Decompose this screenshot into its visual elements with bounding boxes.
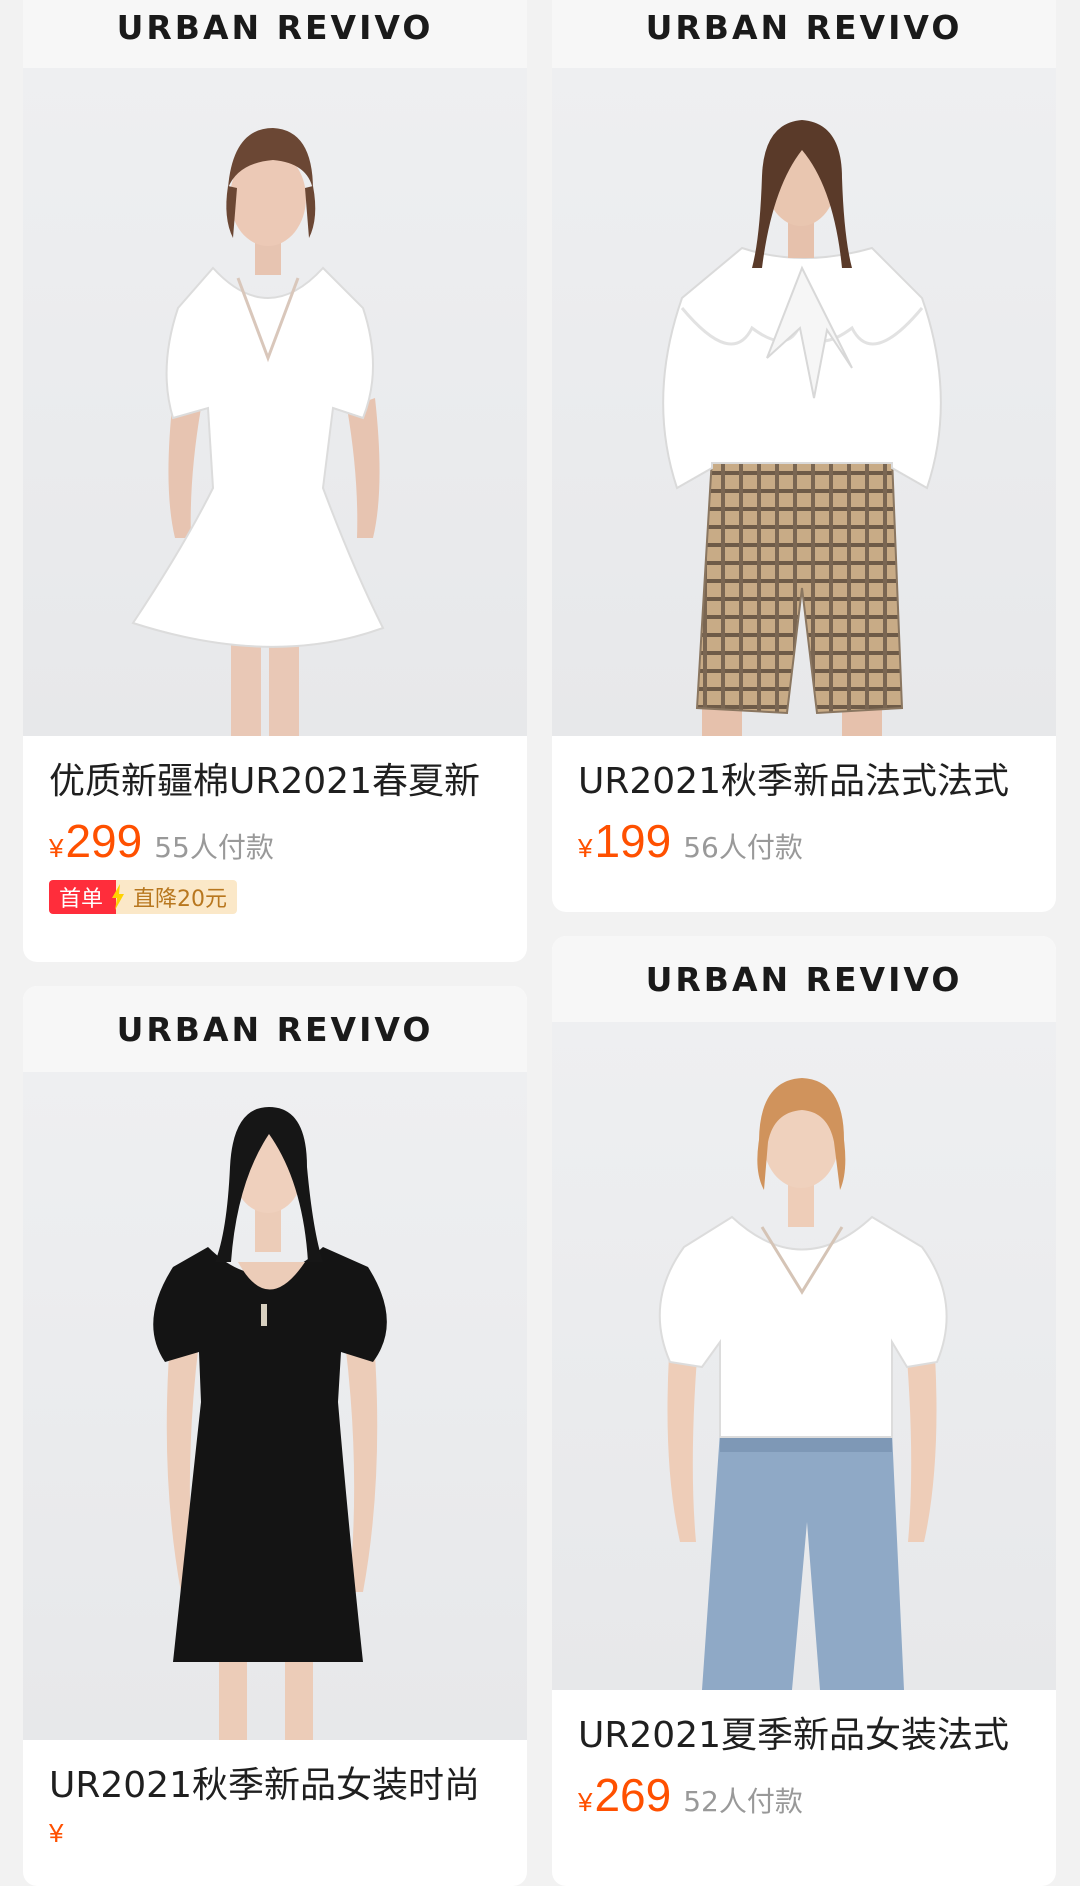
product-image	[552, 1022, 1056, 1690]
product-title[interactable]: 优质新疆棉UR2021春夏新	[49, 760, 501, 804]
brand-name: URBAN REVIVO	[116, 1009, 434, 1049]
brand-header: URBAN REVIVO	[552, 936, 1056, 1022]
price-row: ¥ 199 56人付款	[578, 814, 1030, 868]
product-price: 199	[594, 815, 672, 867]
product-image	[23, 1072, 527, 1740]
product-card[interactable]: URBAN REVIVO UR2021秋季新品法式法式 ¥ 199 56人付款	[552, 0, 1056, 912]
product-info: UR2021秋季新品法式法式 ¥ 199 56人付款	[552, 736, 1056, 868]
brand-name: URBAN REVIVO	[645, 7, 963, 47]
price-row: ¥ 299 55人付款	[49, 814, 501, 868]
promo-discount: 直降20元	[127, 880, 238, 914]
lightning-bolt-icon	[109, 880, 128, 914]
brand-name: URBAN REVIVO	[645, 959, 963, 999]
brand-name: URBAN REVIVO	[116, 7, 434, 47]
product-card[interactable]: URBAN REVIVO 优质新疆棉UR2021春夏新 ¥ 299 55人付款	[23, 0, 527, 962]
product-title[interactable]: UR2021夏季新品女装法式	[578, 1714, 1030, 1758]
brand-header: URBAN REVIVO	[23, 986, 527, 1072]
product-title[interactable]: UR2021秋季新品法式法式	[578, 760, 1030, 804]
sales-count: 55人付款	[154, 831, 274, 864]
sales-count: 52人付款	[683, 1785, 803, 1818]
product-price: 299	[65, 815, 143, 867]
product-card[interactable]: URBAN REVIVO UR2021秋季新品女装时尚 ¥	[23, 986, 527, 1886]
sales-count: 56人付款	[683, 831, 803, 864]
product-title[interactable]: UR2021秋季新品女装时尚	[49, 1764, 501, 1808]
currency-symbol: ¥	[578, 1787, 593, 1817]
brand-header: URBAN REVIVO	[23, 0, 527, 68]
product-image	[552, 68, 1056, 736]
product-info: UR2021夏季新品女装法式 ¥ 269 52人付款	[552, 1690, 1056, 1822]
product-price: 269	[594, 1769, 672, 1821]
product-info: UR2021秋季新品女装时尚 ¥	[23, 1740, 527, 1849]
brand-header: URBAN REVIVO	[552, 0, 1056, 68]
product-image	[23, 68, 527, 736]
product-info: 优质新疆棉UR2021春夏新 ¥ 299 55人付款 首单 直降20元	[23, 736, 527, 914]
promo-badge: 首单 直降20元	[49, 880, 501, 914]
currency-symbol: ¥	[578, 833, 593, 863]
currency-symbol: ¥	[49, 833, 64, 863]
price-row: ¥ 269 52人付款	[578, 1768, 1030, 1822]
product-card[interactable]: URBAN REVIVO UR2021夏季新品女装法式 ¥ 269 52人付款	[552, 936, 1056, 1886]
promo-first-order: 首单	[49, 880, 110, 914]
